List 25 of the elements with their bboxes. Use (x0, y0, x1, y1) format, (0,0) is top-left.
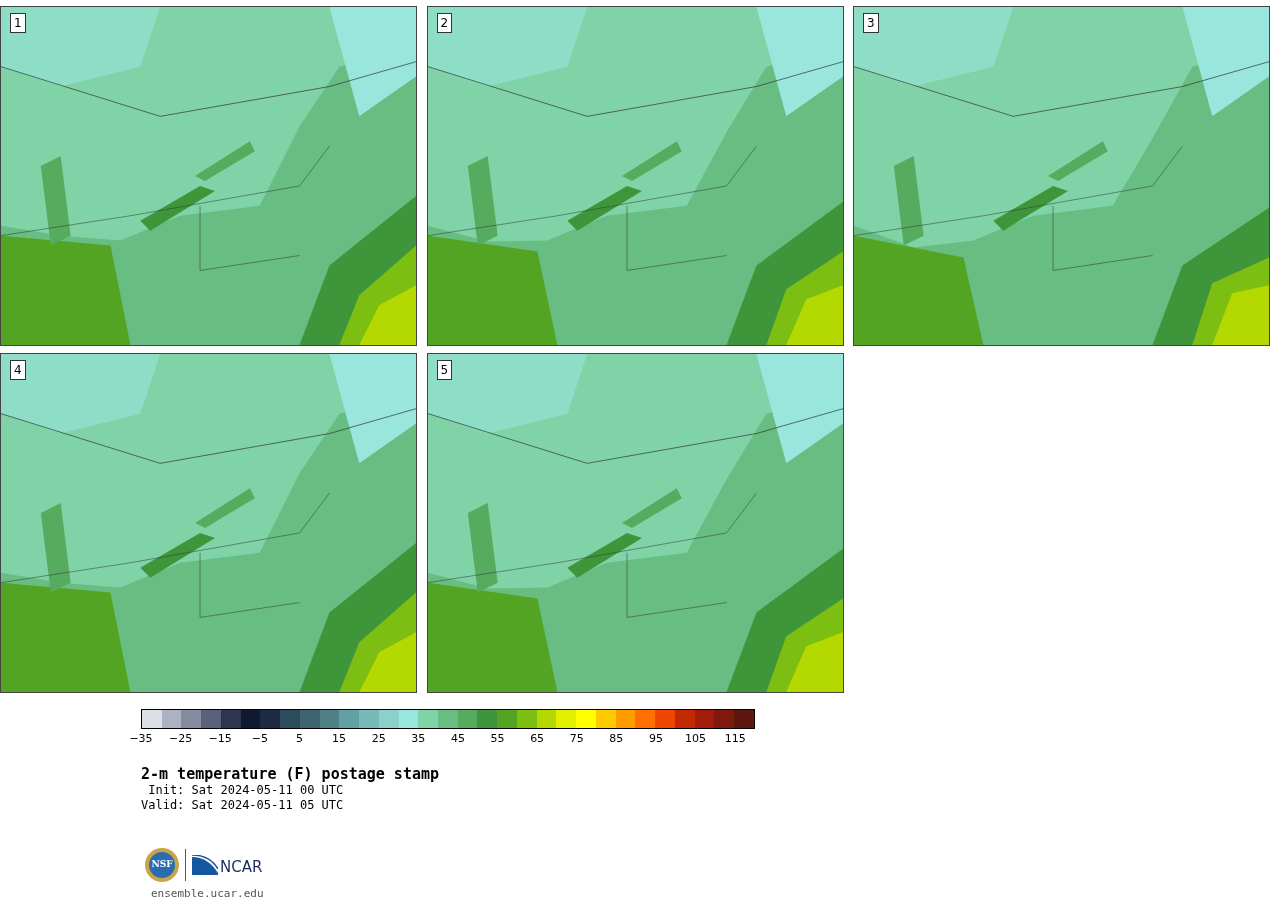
tick-label: 105 (685, 733, 707, 745)
tick-label: 15 (332, 733, 347, 745)
tick-label: −15 (208, 733, 232, 745)
chart-title: 2-m temperature (F) postage stamp (141, 765, 440, 783)
panel-number: 1 (10, 13, 26, 33)
tick-label: 25 (371, 733, 386, 745)
tick-label: 5 (295, 733, 303, 745)
tick-label: 75 (569, 733, 584, 745)
panel-number: 3 (863, 13, 879, 33)
tick-label: 55 (490, 733, 505, 745)
ncar-logo: NCAR (192, 855, 263, 875)
tick-label: 65 (530, 733, 545, 745)
tick-label: 115 (724, 733, 746, 745)
tick-label: 85 (609, 733, 624, 745)
tick-label: 95 (648, 733, 663, 745)
tick-label: −25 (169, 733, 193, 745)
init-time: Init: Sat 2024-05-11 00 UTC (147, 783, 345, 798)
site-url: ensemble.ucar.edu (151, 886, 265, 902)
tick-label: −5 (251, 733, 268, 745)
tick-label: 35 (411, 733, 426, 745)
tick-label: −35 (129, 733, 153, 745)
valid-time: Valid: Sat 2024-05-11 05 UTC (141, 798, 345, 813)
tick-label: 45 (450, 733, 465, 745)
nsf-logo: NSF (145, 848, 179, 882)
panel-number: 4 (10, 360, 26, 380)
